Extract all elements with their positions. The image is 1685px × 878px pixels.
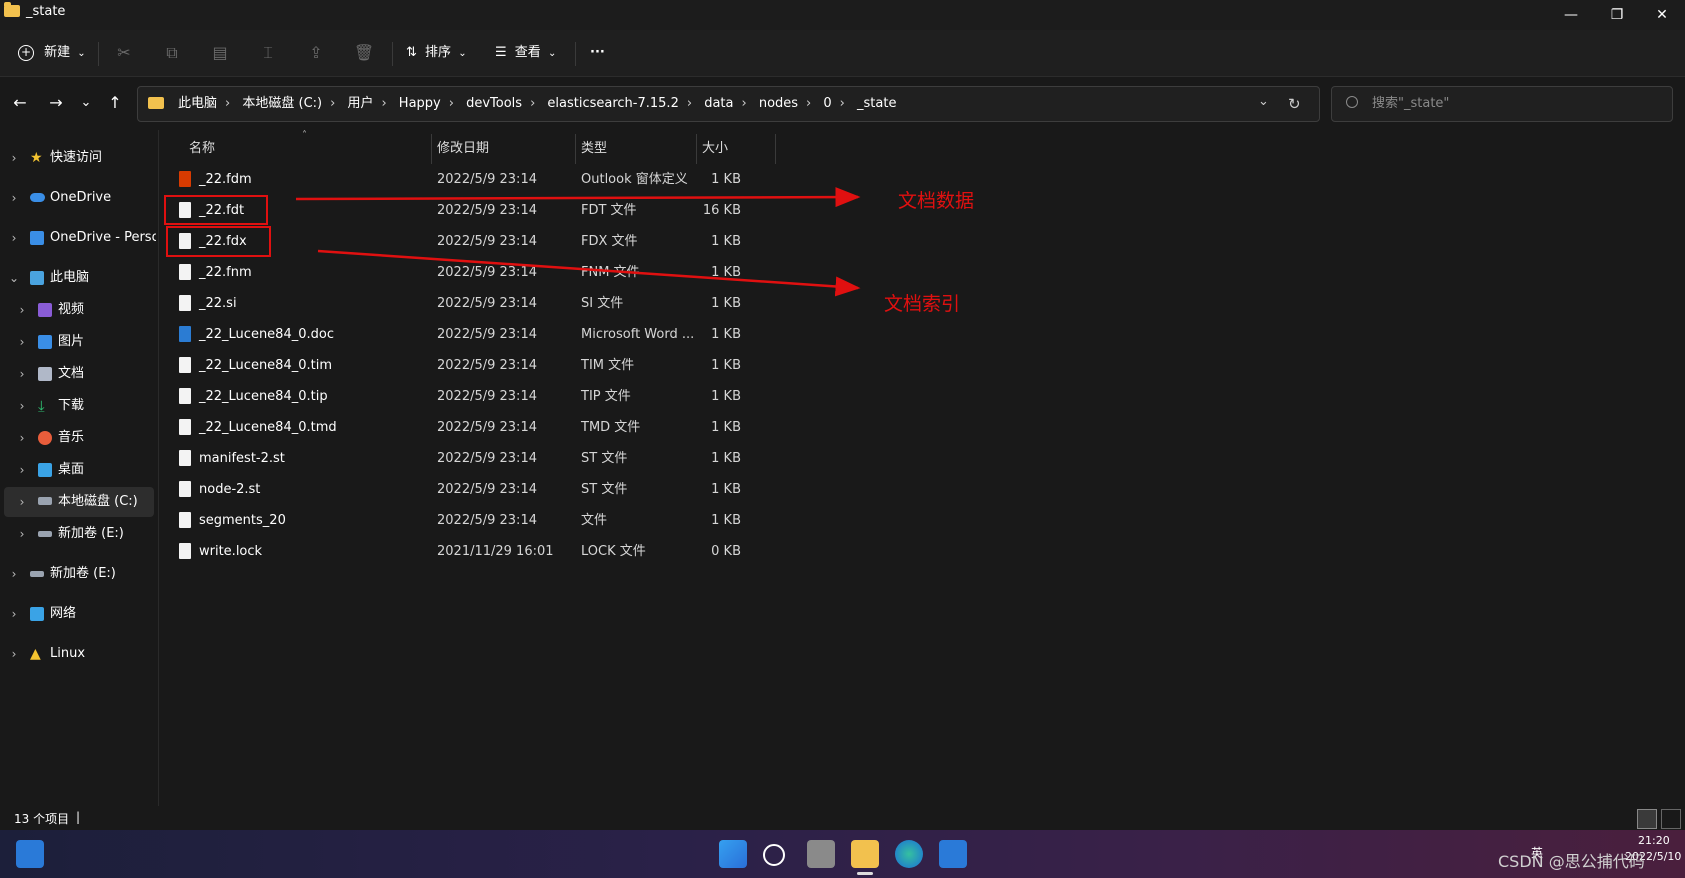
tiles-view-button[interactable] bbox=[1661, 809, 1681, 829]
annotation-arrows bbox=[295, 187, 861, 297]
status-cursor: | bbox=[76, 810, 81, 824]
annotation-document-data: 文档数据 bbox=[898, 190, 975, 212]
search-icon[interactable] bbox=[763, 844, 785, 866]
item-count: 13 个项目 bbox=[14, 812, 70, 826]
edge-icon[interactable] bbox=[895, 840, 923, 868]
annotation-document-index: 文档索引 bbox=[884, 293, 961, 315]
arrow-fdt bbox=[295, 187, 861, 208]
details-view-button[interactable] bbox=[1637, 809, 1657, 829]
store-icon[interactable] bbox=[939, 840, 967, 868]
watermark: CSDN @思公捕代码 bbox=[1498, 852, 1645, 871]
status-bar: 13 个项目 | bbox=[0, 806, 1685, 830]
start-icon[interactable] bbox=[719, 840, 747, 868]
file-explorer-icon[interactable] bbox=[851, 840, 879, 868]
task-view-icon[interactable] bbox=[807, 840, 835, 868]
widgets-icon[interactable] bbox=[16, 840, 44, 868]
clock-time[interactable]: 21:20 bbox=[1638, 834, 1670, 847]
taskbar: 英 21:20 2022/5/10 bbox=[0, 830, 1685, 878]
active-app-indicator bbox=[857, 872, 873, 875]
arrow-fdx bbox=[317, 249, 861, 297]
